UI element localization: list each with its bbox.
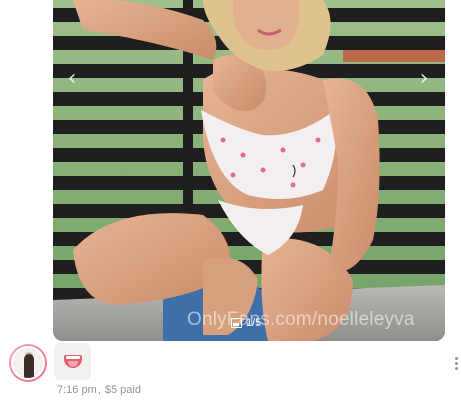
media-post[interactable]: ‹ › OnlyFans.com/noelleleyva 1/5 [53, 0, 445, 341]
media-counter-text: 1/5 [246, 317, 262, 329]
tongue-emoji-icon [63, 355, 82, 368]
chevron-right-icon[interactable]: › [413, 68, 435, 90]
message-meta: 7:16 pm, $5 paid [57, 384, 141, 396]
price-status: $5 paid [104, 384, 141, 396]
post-photo [53, 0, 445, 341]
message-view: ‹ › OnlyFans.com/noelleleyva 1/5 7:16 pm… [0, 0, 461, 400]
message-time: 7:16 pm [57, 384, 97, 396]
avatar[interactable] [9, 344, 47, 382]
more-vertical-icon[interactable] [452, 353, 460, 373]
chevron-left-icon[interactable]: ‹ [61, 68, 83, 90]
reaction-button[interactable] [54, 343, 91, 380]
gallery-icon [231, 318, 242, 328]
media-counter: 1/5 [231, 313, 261, 333]
